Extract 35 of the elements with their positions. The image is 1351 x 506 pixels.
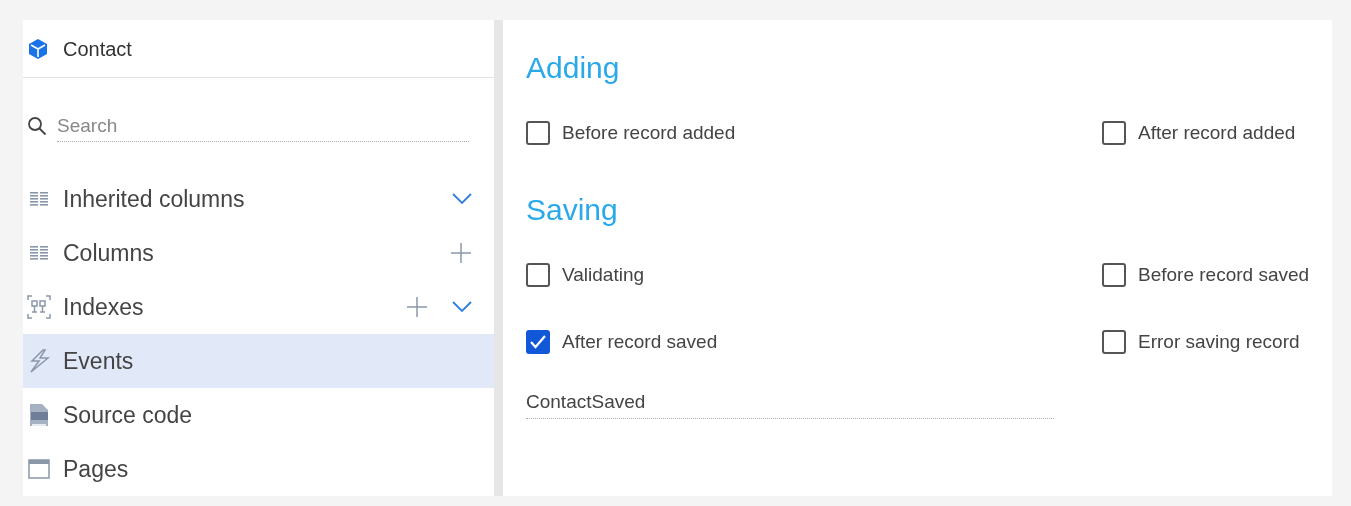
chevron-down-icon[interactable] xyxy=(452,193,472,205)
window-icon xyxy=(28,459,50,479)
checkbox[interactable] xyxy=(526,263,550,287)
method-name-field[interactable]: ContactSaved xyxy=(526,385,1054,419)
checkbox[interactable] xyxy=(1102,263,1126,287)
indexes-icon xyxy=(27,295,51,319)
item-label: Pages xyxy=(63,454,130,484)
checkbox-label: After record saved xyxy=(562,329,718,354)
cube-icon xyxy=(27,37,49,60)
checkbox-label: Error saving record xyxy=(1138,329,1300,354)
checkbox-label: Validating xyxy=(562,262,645,287)
lightning-icon xyxy=(28,349,50,373)
code-file-icon xyxy=(28,403,50,427)
item-label: Indexes xyxy=(63,292,145,322)
search-field[interactable]: Search xyxy=(57,110,469,142)
entity-title: Contact xyxy=(63,36,132,62)
checkbox[interactable] xyxy=(526,330,550,354)
section-heading: Saving xyxy=(526,192,619,228)
checkbox[interactable] xyxy=(526,121,550,145)
checkbox-label: Before record added xyxy=(562,120,736,145)
columns-icon xyxy=(29,246,49,260)
item-label: Source code xyxy=(63,400,194,430)
checkbox[interactable] xyxy=(1102,330,1126,354)
sidebar-item[interactable]: Events xyxy=(23,334,494,388)
checkmark-icon xyxy=(530,335,546,349)
checkbox[interactable] xyxy=(1102,121,1126,145)
item-label: Inherited columns xyxy=(63,184,246,214)
chevron-down-icon[interactable] xyxy=(452,301,472,313)
item-label: Events xyxy=(63,346,135,376)
search-icon xyxy=(27,116,47,136)
item-label: Columns xyxy=(63,238,155,268)
checkbox-label: After record added xyxy=(1138,120,1296,145)
checkbox-label: Before record saved xyxy=(1138,262,1310,287)
section-heading: Adding xyxy=(526,50,621,86)
columns-icon xyxy=(29,192,49,206)
